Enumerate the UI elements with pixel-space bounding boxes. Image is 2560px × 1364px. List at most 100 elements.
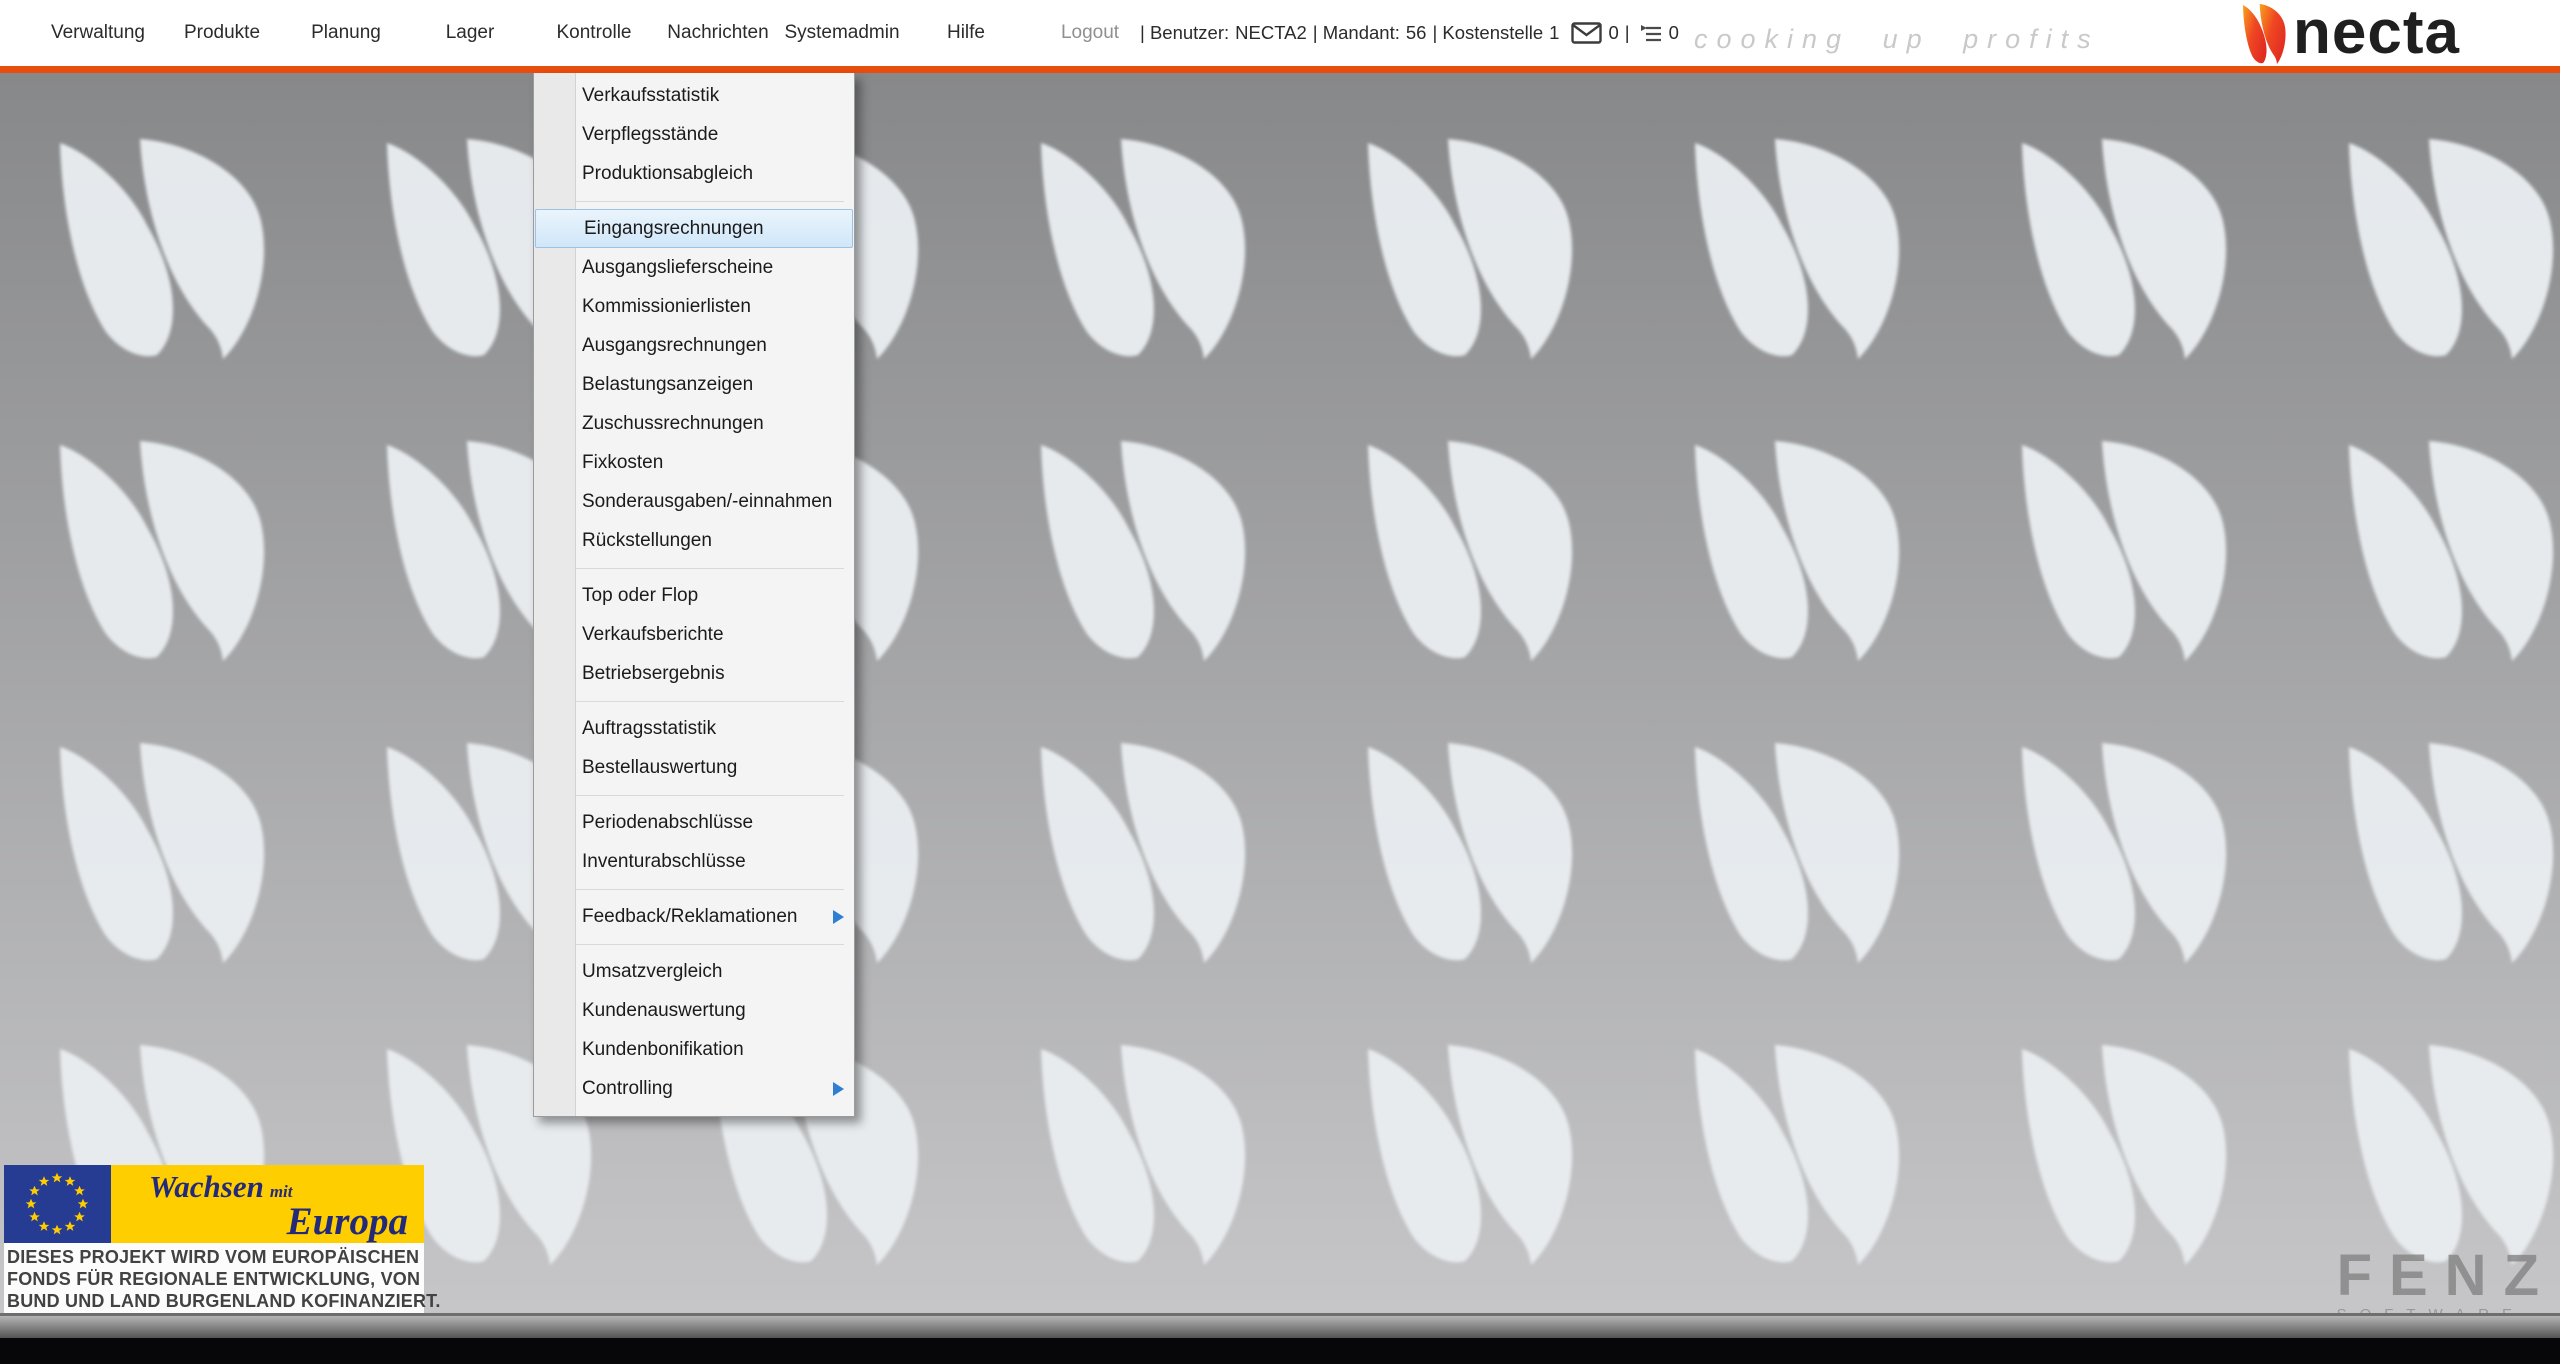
dropdown-item-label: Umsatzvergleich — [582, 961, 722, 983]
dropdown-item-verkaufsberichte[interactable]: Verkaufsberichte — [534, 615, 854, 654]
dropdown-item-label: Verkaufsstatistik — [582, 85, 719, 107]
dropdown-item-label: Kundenbonifikation — [582, 1039, 744, 1061]
logout-link[interactable]: Logout — [1028, 22, 1152, 44]
dropdown-item-kundenbonifikation[interactable]: Kundenbonifikation — [534, 1030, 854, 1069]
dropdown-item-label: Eingangsrechnungen — [584, 218, 764, 240]
triangle-right-icon — [833, 1082, 844, 1096]
kostenstelle-value: 1 — [1549, 22, 1559, 44]
eu-title-wachsen: Wachsen — [149, 1169, 264, 1204]
dropdown-separator — [534, 193, 854, 209]
dropdown-item-kundenauswertung[interactable]: Kundenauswertung — [534, 991, 854, 1030]
brand-wordmark: necta — [2293, 4, 2460, 62]
menubar-item-lager[interactable]: Lager — [408, 22, 532, 44]
dropdown-item-belastungsanzeigen[interactable]: Belastungsanzeigen — [534, 365, 854, 404]
dropdown-item-label: Rückstellungen — [582, 530, 712, 552]
eu-funding-line: FONDS FÜR REGIONALE ENTWICKLUNG, VON — [7, 1268, 422, 1290]
menubar-item-verwaltung[interactable]: Verwaltung — [36, 22, 160, 44]
menubar-item-planung[interactable]: Planung — [284, 22, 408, 44]
necta-logo: necta — [2243, 4, 2460, 69]
dropdown-item-label: Ausgangslieferscheine — [582, 257, 773, 279]
eu-funding-logo: Wachsenmit Europa DIESES PROJEKT WIRD VO… — [4, 1165, 424, 1316]
eu-funding-line: BUND UND LAND BURGENLAND KOFINANZIERT. — [7, 1290, 422, 1312]
menubar-item-kontrolle[interactable]: Kontrolle — [532, 22, 656, 44]
brand-tagline: cooking up profits — [1694, 24, 2100, 55]
dropdown-item-auftragsstatistik[interactable]: Auftragsstatistik — [534, 709, 854, 748]
dropdown-item-eingangsrechnungen[interactable]: Eingangsrechnungen — [535, 209, 853, 248]
menubar-item-hilfe[interactable]: Hilfe — [904, 22, 1028, 44]
dropdown-item-label: Belastungsanzeigen — [582, 374, 753, 396]
triangle-right-icon — [833, 910, 844, 924]
dropdown-item-r-ckstellungen[interactable]: Rückstellungen — [534, 521, 854, 560]
user-info: | Benutzer: NECTA2 | Mandant: 56 | Koste… — [1140, 0, 1679, 66]
benutzer-label: | Benutzer: — [1140, 22, 1229, 44]
dropdown-item-kommissionierlisten[interactable]: Kommissionierlisten — [534, 287, 854, 326]
dropdown-item-label: Kommissionierlisten — [582, 296, 751, 318]
dropdown-item-label: Ausgangsrechnungen — [582, 335, 767, 357]
dropdown-item-label: Feedback/Reklamationen — [582, 906, 797, 928]
dropdown-item-label: Inventurabschlüsse — [582, 851, 746, 873]
dropdown-item-produktionsabgleich[interactable]: Produktionsabgleich — [534, 154, 854, 193]
necta-app: VerwaltungProduktePlanungLagerKontrolleN… — [0, 0, 2560, 1364]
eu-funding-line: DIESES PROJEKT WIRD VOM EUROPÄISCHEN — [7, 1246, 422, 1268]
dropdown-item-fixkosten[interactable]: Fixkosten — [534, 443, 854, 482]
dropdown-item-periodenabschl-sse[interactable]: Periodenabschlüsse — [534, 803, 854, 842]
benutzer-value: NECTA2 — [1235, 22, 1307, 44]
dropdown-separator — [534, 693, 854, 709]
dropdown-item-umsatzvergleich[interactable]: Umsatzvergleich — [534, 952, 854, 991]
bottom-black-bar — [0, 1338, 2560, 1364]
task-list-icon[interactable] — [1638, 22, 1663, 44]
dropdown-separator — [534, 560, 854, 576]
leaf-pattern — [0, 73, 2560, 1313]
menubar: VerwaltungProduktePlanungLagerKontrolleN… — [36, 0, 1152, 66]
kontrolle-dropdown-menu: Verkaufsstatistik Verpflegsstände Produkti… — [533, 73, 855, 1117]
dropdown-item-zuschussrechnungen[interactable]: Zuschussrechnungen — [534, 404, 854, 443]
dropdown-separator — [534, 787, 854, 803]
dropdown-item-sonderausgaben-einnahmen[interactable]: Sonderausgaben/-einnahmen — [534, 482, 854, 521]
dropdown-item-verkaufsstatistik[interactable]: Verkaufsstatistik — [534, 76, 854, 115]
menubar-item-systemadmin[interactable]: Systemadmin — [780, 22, 904, 44]
mandant-value: 56 — [1406, 22, 1427, 44]
dropdown-item-betriebsergebnis[interactable]: Betriebsergebnis — [534, 654, 854, 693]
dropdown-item-label: Produktionsabgleich — [582, 163, 753, 185]
kostenstelle-label: | Kostenstelle — [1432, 22, 1543, 44]
dropdown-item-label: Betriebsergebnis — [582, 663, 725, 685]
dropdown-item-label: Fixkosten — [582, 452, 663, 474]
dropdown-item-label: Top oder Flop — [582, 585, 698, 607]
dropdown-item-feedback-reklamationen[interactable]: Feedback/Reklamationen — [534, 897, 854, 936]
flame-icon — [2243, 4, 2287, 69]
accent-divider — [0, 66, 2560, 73]
dropdown-item-ausgangsrechnungen[interactable]: Ausgangsrechnungen — [534, 326, 854, 365]
eu-title-europa: Europa — [287, 1199, 408, 1244]
dropdown-item-label: Bestellauswertung — [582, 757, 737, 779]
dropdown-item-label: Zuschussrechnungen — [582, 413, 764, 435]
dropdown-item-inventurabschl-sse[interactable]: Inventurabschlüsse — [534, 842, 854, 881]
eu-banner-title: Wachsenmit Europa — [111, 1165, 424, 1243]
dropdown-item-label: Auftragsstatistik — [582, 718, 716, 740]
eu-funding-text: DIESES PROJEKT WIRD VOM EUROPÄISCHENFOND… — [4, 1243, 424, 1316]
dropdown-item-label: Periodenabschlüsse — [582, 812, 753, 834]
menubar-item-produkte[interactable]: Produkte — [160, 22, 284, 44]
dropdown-item-verpflegsst-nde[interactable]: Verpflegsstände — [534, 115, 854, 154]
dropdown-item-label: Verkaufsberichte — [582, 624, 724, 646]
dropdown-item-bestellauswertung[interactable]: Bestellauswertung — [534, 748, 854, 787]
dropdown-item-top-oder-flop[interactable]: Top oder Flop — [534, 576, 854, 615]
mandant-label: | Mandant: — [1313, 22, 1400, 44]
fenz-title: FENZ — [2337, 1248, 2556, 1304]
dropdown-item-label: Sonderausgaben/-einnahmen — [582, 491, 832, 513]
eu-stars-icon — [4, 1165, 111, 1243]
fenz-watermark: FENZ SOFTWARE — [2337, 1248, 2556, 1323]
menubar-item-nachrichten[interactable]: Nachrichten — [656, 22, 780, 44]
dropdown-item-label: Verpflegsstände — [582, 124, 718, 146]
dropdown-separator — [534, 936, 854, 952]
dropdown-item-label: Controlling — [582, 1078, 673, 1100]
dropdown-separator — [534, 881, 854, 897]
mail-count: 0 — [1608, 22, 1618, 44]
userinfo-separator: | — [1625, 22, 1630, 44]
dropdown-item-ausgangslieferscheine[interactable]: Ausgangslieferscheine — [534, 248, 854, 287]
content-background: Verkaufsstatistik Verpflegsstände Produkti… — [0, 73, 2560, 1313]
envelope-icon[interactable] — [1571, 22, 1602, 44]
tasks-count: 0 — [1669, 22, 1679, 44]
dropdown-item-label: Kundenauswertung — [582, 1000, 746, 1022]
eu-banner: Wachsenmit Europa — [4, 1165, 424, 1243]
dropdown-item-controlling[interactable]: Controlling — [534, 1069, 854, 1108]
